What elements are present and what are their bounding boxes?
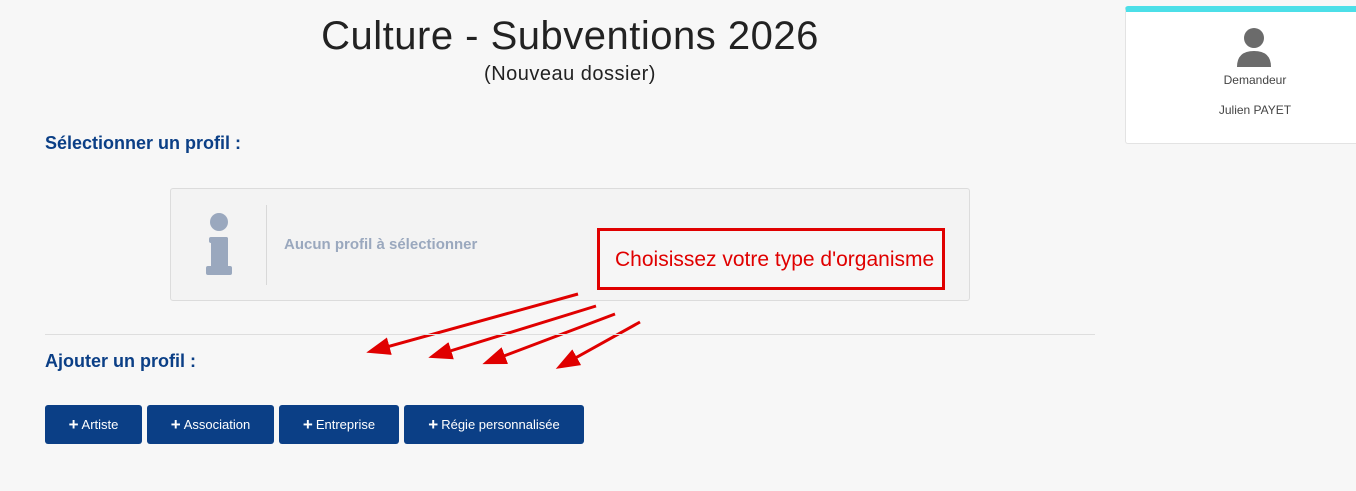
add-regie-button[interactable]: + Régie personnalisée	[404, 405, 584, 444]
user-name: Julien PAYET	[1218, 103, 1292, 117]
select-profile-heading: Sélectionner un profil :	[45, 133, 242, 153]
user-role: Demandeur	[1223, 73, 1287, 87]
annotation-callout-text: Choisissez votre type d'organisme	[615, 248, 935, 271]
add-profile-buttons: + Artiste + Association + Entreprise + R…	[45, 405, 584, 444]
section-divider	[45, 334, 1095, 335]
add-entreprise-label: Entreprise	[315, 417, 376, 432]
add-entreprise-button[interactable]: + Entreprise	[279, 405, 399, 444]
annotation-arrow-2	[428, 304, 597, 360]
annotation-callout: Choisissez votre type d'organisme	[597, 228, 945, 290]
info-icon	[206, 213, 232, 275]
user-card: Demandeur Julien PAYET	[1125, 6, 1356, 144]
info-separator	[266, 205, 267, 285]
user-icon	[1237, 28, 1271, 67]
annotation-arrow-3	[482, 312, 616, 365]
add-association-label: Association	[183, 417, 251, 432]
add-association-button[interactable]: + Association	[147, 405, 274, 444]
page-subtitle: (Nouveau dossier)	[484, 63, 656, 85]
add-profile-heading: Ajouter un profil :	[45, 351, 196, 371]
add-regie-label: Régie personnalisée	[441, 417, 560, 432]
annotation-arrow-1	[366, 292, 579, 355]
page-header: Culture - Subventions 2026 (Nouveau doss…	[0, 12, 1140, 87]
plus-icon: +	[68, 415, 79, 434]
plus-icon: +	[170, 415, 181, 434]
add-artiste-button[interactable]: + Artiste	[45, 405, 142, 444]
add-artiste-label: Artiste	[81, 417, 119, 432]
page-title: Culture - Subventions 2026	[321, 14, 819, 58]
annotation-arrow-4	[555, 320, 641, 369]
plus-icon: +	[428, 415, 439, 434]
plus-icon: +	[302, 415, 313, 434]
no-profile-message: Aucun profil à sélectionner	[284, 236, 478, 253]
